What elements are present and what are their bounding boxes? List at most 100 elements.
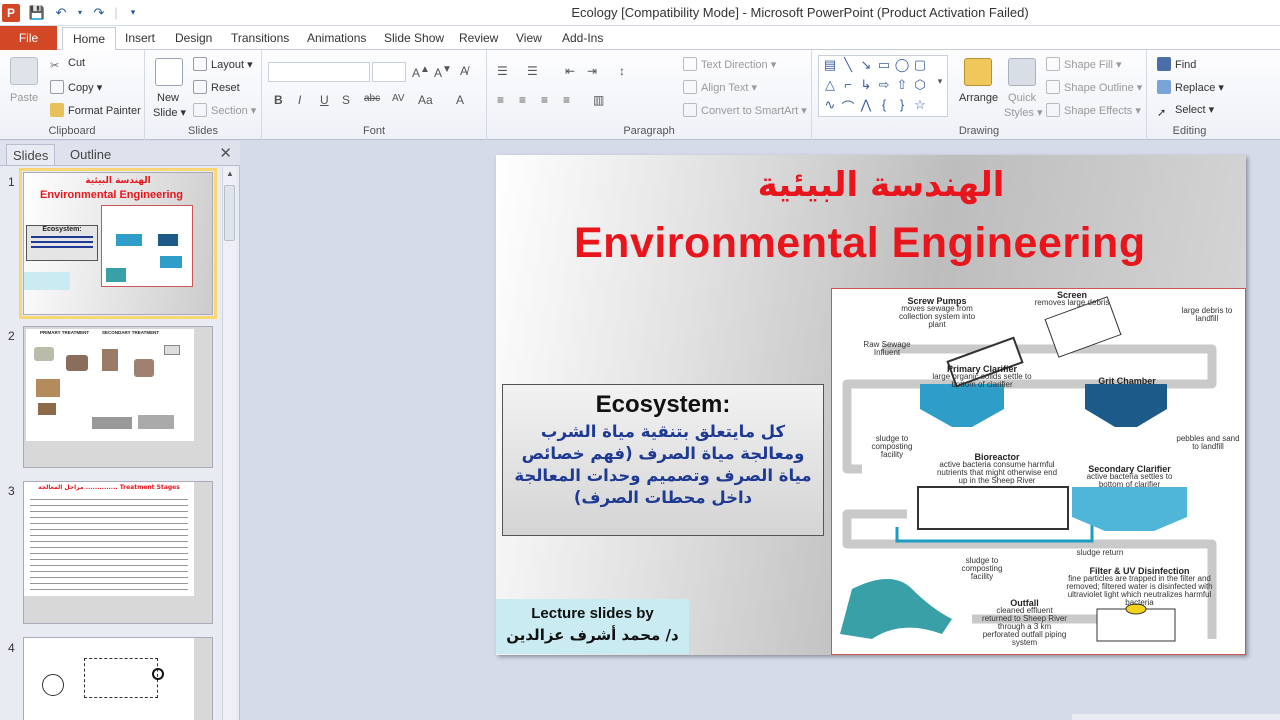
tab-transitions[interactable]: Transitions xyxy=(231,26,289,50)
slide-thumbnail-4[interactable] xyxy=(23,637,213,720)
undo-icon[interactable]: ↶ xyxy=(52,5,70,21)
scroll-up-arrow-icon[interactable]: ▲ xyxy=(225,169,235,178)
paste-icon[interactable] xyxy=(10,57,38,85)
arc-shape-icon[interactable]: ⌒ xyxy=(839,97,857,116)
layout-button[interactable]: Layout ▾ xyxy=(193,57,253,71)
shrink-font-icon[interactable]: A▼ xyxy=(434,64,452,80)
elbow-connector-shape-icon[interactable]: ⌐ xyxy=(839,77,857,92)
panel-scrollbar[interactable]: ▲ xyxy=(222,167,236,720)
font-name-combo[interactable] xyxy=(268,62,370,82)
tab-animations[interactable]: Animations xyxy=(307,26,366,50)
bullets-icon[interactable]: ☰ xyxy=(497,64,508,78)
shadow-icon[interactable]: S xyxy=(342,93,350,107)
increase-indent-icon[interactable]: ⇥ xyxy=(587,64,597,78)
columns-icon[interactable]: ▥ xyxy=(593,93,604,107)
slide-thumbnail-3[interactable]: مراحل المعالجة .............. Treatment … xyxy=(23,481,213,624)
arrange-icon[interactable] xyxy=(964,58,992,86)
freeform-shape-icon[interactable]: ⋀ xyxy=(857,97,875,113)
lecture-credit-box[interactable]: Lecture slides by د/ محمد أشرف عزالدين xyxy=(496,599,689,654)
right-brace-shape-icon[interactable]: } xyxy=(893,97,911,112)
close-icon[interactable]: ✕ xyxy=(219,144,232,162)
right-arrow-shape-icon[interactable]: ⇨ xyxy=(875,77,893,93)
quick-styles-icon[interactable] xyxy=(1008,58,1036,86)
quick-styles-button[interactable]: Styles ▾ xyxy=(1004,106,1043,119)
align-right-icon[interactable]: ≡ xyxy=(541,93,548,107)
tab-view[interactable]: View xyxy=(516,26,542,50)
tab-slides[interactable]: Slides xyxy=(6,144,56,165)
new-slide-label-1[interactable]: New xyxy=(157,92,179,104)
cut-button[interactable]: ✂ Cut xyxy=(50,57,85,73)
treatment-plant-diagram[interactable]: Screw Pumps moves sewage from collection … xyxy=(831,288,1246,655)
left-brace-shape-icon[interactable]: { xyxy=(875,97,893,112)
save-icon[interactable]: 💾 xyxy=(28,5,46,21)
oval-shape-icon[interactable]: ◯ xyxy=(893,57,911,73)
clear-formatting-icon[interactable]: A̸ xyxy=(460,64,468,78)
rectangle-shape-icon[interactable]: ▭ xyxy=(875,57,893,73)
quick-styles-label-1[interactable]: Quick xyxy=(1008,92,1036,104)
font-color-icon[interactable]: A xyxy=(456,93,464,107)
customize-qat-icon[interactable]: ▾ xyxy=(124,7,142,18)
tab-outline[interactable]: Outline xyxy=(64,144,117,165)
reset-button[interactable]: Reset xyxy=(193,80,240,94)
ecosystem-textbox[interactable]: Ecosystem: كل مايتعلق بتنقية مياة الشرب … xyxy=(502,384,824,536)
bold-icon[interactable]: B xyxy=(274,93,283,107)
italic-icon[interactable]: I xyxy=(298,93,301,107)
slide-thumbnail-1[interactable]: الهندسة البيئية Environmental Engineerin… xyxy=(19,168,217,319)
arrow-line-shape-icon[interactable]: ↘ xyxy=(857,57,875,73)
convert-smartart-button[interactable]: Convert to SmartArt ▾ xyxy=(683,103,807,117)
shape-fill-button[interactable]: Shape Fill ▾ xyxy=(1046,57,1122,71)
justify-icon[interactable]: ≡ xyxy=(563,93,570,107)
elbow-arrow-shape-icon[interactable]: ↳ xyxy=(857,77,875,93)
new-slide-icon[interactable] xyxy=(155,58,183,86)
line-shape-icon[interactable]: ╲ xyxy=(839,57,857,73)
shapes-gallery[interactable]: ▤ ╲ ↘ ▭ ◯ ▢ △ ⌐ ↳ ⇨ ⇧ ⬡ ∿ ⌒ ⋀ { } ☆ ▾ xyxy=(818,55,948,117)
tab-home[interactable]: Home xyxy=(62,27,117,51)
align-center-icon[interactable]: ≡ xyxy=(519,93,526,107)
tab-review[interactable]: Review xyxy=(459,26,498,50)
grow-font-icon[interactable]: A▲ xyxy=(412,64,430,80)
change-case-icon[interactable]: Aa xyxy=(418,93,433,107)
textbox-shape-icon[interactable]: ▤ xyxy=(821,57,839,73)
text-direction-button[interactable]: Text Direction ▾ xyxy=(683,57,776,71)
shape-effects-button[interactable]: Shape Effects ▾ xyxy=(1046,103,1141,117)
select-button[interactable]: ➚ Select ▾ xyxy=(1157,103,1214,120)
char-spacing-icon[interactable]: AV xyxy=(392,93,405,104)
paste-button[interactable]: Paste xyxy=(10,92,38,104)
font-size-combo[interactable] xyxy=(372,62,406,82)
powerpoint-app-icon[interactable]: P xyxy=(2,3,20,22)
tab-slide-show[interactable]: Slide Show xyxy=(384,26,444,50)
slide-title-english[interactable]: Environmental Engineering xyxy=(574,219,1146,268)
tab-design[interactable]: Design xyxy=(175,26,212,50)
star-shape-icon[interactable]: ☆ xyxy=(911,97,929,113)
align-left-icon[interactable]: ≡ xyxy=(497,93,504,107)
curve-shape-icon[interactable]: ∿ xyxy=(821,97,839,113)
tab-file[interactable]: File xyxy=(0,26,57,50)
slide-title-arabic[interactable]: الهندسة البيئية xyxy=(496,165,1246,205)
find-button[interactable]: Find xyxy=(1157,57,1196,71)
underline-icon[interactable]: U xyxy=(320,93,329,107)
copy-button[interactable]: Copy ▾ xyxy=(50,80,102,94)
scrollbar-thumb[interactable] xyxy=(224,185,235,241)
triangle-shape-icon[interactable]: △ xyxy=(821,77,839,93)
undo-dropdown-icon[interactable]: ▾ xyxy=(76,8,84,17)
align-text-button[interactable]: Align Text ▾ xyxy=(683,80,757,94)
redo-icon[interactable]: ↷ xyxy=(90,5,108,21)
shape-outline-button[interactable]: Shape Outline ▾ xyxy=(1046,80,1142,94)
new-slide-button[interactable]: Slide ▾ xyxy=(153,106,186,119)
arrange-button[interactable]: Arrange xyxy=(959,92,998,104)
tab-add-ins[interactable]: Add-Ins xyxy=(562,26,603,50)
more-shapes-icon[interactable]: ▾ xyxy=(931,76,949,87)
rounded-rect-shape-icon[interactable]: ▢ xyxy=(911,57,929,73)
replace-button[interactable]: Replace ▾ xyxy=(1157,80,1224,94)
format-painter-button[interactable]: Format Painter xyxy=(50,103,141,117)
up-arrow-shape-icon[interactable]: ⇧ xyxy=(893,77,911,93)
numbering-icon[interactable]: ☰ xyxy=(527,64,538,78)
tab-insert[interactable]: Insert xyxy=(125,26,155,50)
slide-thumbnail-2[interactable]: PRIMARY TREATMENT SECONDARY TREATMENT xyxy=(23,326,213,468)
line-spacing-icon[interactable]: ↕ xyxy=(619,64,625,78)
section-button[interactable]: Section ▾ xyxy=(193,103,256,117)
current-slide[interactable]: الهندسة البيئية Environmental Engineerin… xyxy=(496,155,1246,655)
strikethrough-icon[interactable]: abc xyxy=(364,93,380,104)
hexagon-shape-icon[interactable]: ⬡ xyxy=(911,77,929,93)
decrease-indent-icon[interactable]: ⇤ xyxy=(565,64,575,78)
